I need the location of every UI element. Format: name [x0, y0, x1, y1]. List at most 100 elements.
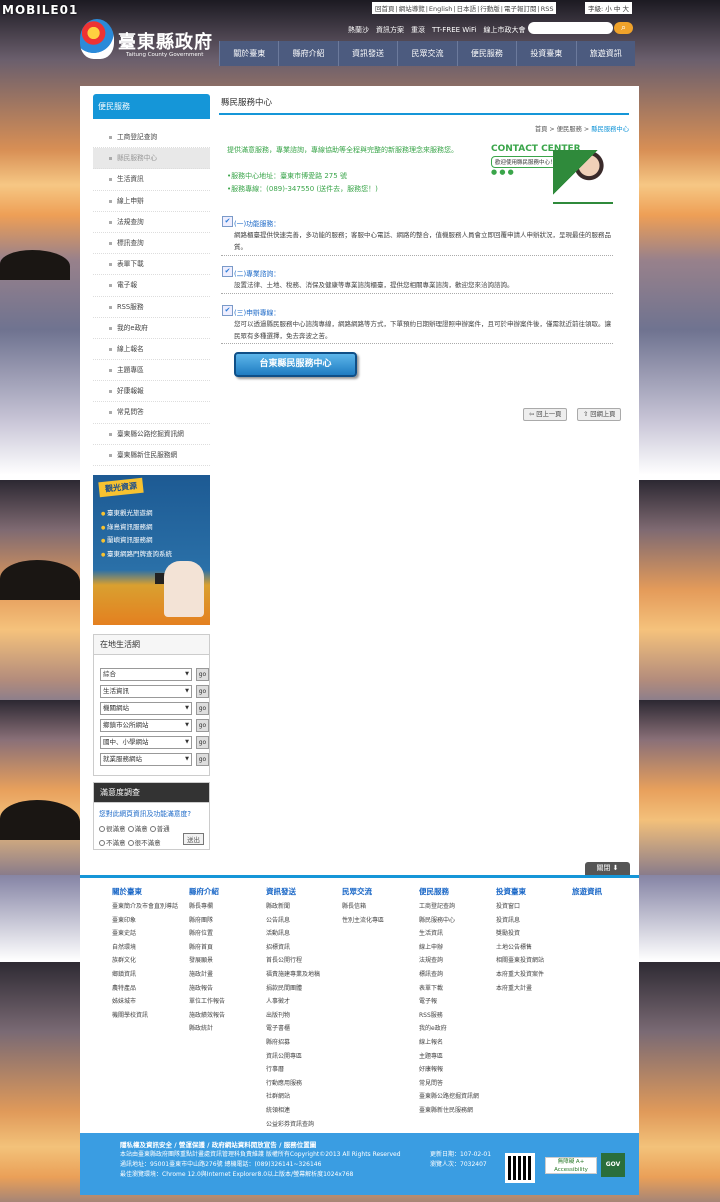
footer-col-title[interactable]: 關於臺東 — [112, 886, 184, 897]
footer-col-title[interactable]: 投資臺東 — [496, 886, 576, 897]
footer-link[interactable]: 投資訊息 — [496, 914, 576, 928]
search-input[interactable] — [528, 22, 613, 34]
footer-link[interactable]: 法規查詢 — [419, 954, 491, 968]
footer-link[interactable]: 縣府位置 — [189, 927, 261, 941]
footer-link[interactable]: 人事徵才 — [266, 995, 338, 1009]
go-button[interactable]: go — [196, 719, 209, 732]
font-size-small[interactable]: 小 — [605, 5, 612, 13]
footer-link[interactable]: 標訊查詢 — [419, 968, 491, 982]
footer-link[interactable]: 族群文化 — [112, 954, 184, 968]
footer-link[interactable]: 社群網站 — [266, 1090, 338, 1104]
sidebar-item[interactable]: 線上報名 — [93, 339, 210, 361]
footer-link[interactable]: 單位工作報告 — [189, 995, 261, 1009]
sidebar-item[interactable]: 生活資訊 — [93, 169, 210, 191]
footer-link[interactable]: 電子書櫃 — [266, 1022, 338, 1036]
footer-link[interactable]: 首長公開行程 — [266, 954, 338, 968]
font-size-medium[interactable]: 中 — [614, 5, 621, 13]
footer-link[interactable]: 公益彩券資訊查詢 — [266, 1118, 338, 1132]
nav-item[interactable]: 便民服務 — [456, 41, 516, 66]
site-logo[interactable]: 臺東縣政府 Taitung County Government — [80, 16, 220, 62]
breadcrumb-link[interactable]: 便民服務 — [557, 126, 582, 133]
footer-link[interactable]: 我的e政府 — [419, 1022, 491, 1036]
secondary-link[interactable]: 熱蘭沙 — [348, 26, 369, 34]
go-button[interactable]: go — [196, 753, 209, 766]
promo-link[interactable]: 綠島資訊服務網 — [101, 521, 172, 535]
tourism-promo-banner[interactable]: 觀光資源 臺東觀光旅遊網 綠島資訊服務網 蘭嶼資訊服務網 臺東網路門牌查詢系統 — [93, 475, 210, 625]
footer-link[interactable]: 縣政新聞 — [266, 900, 338, 914]
footer-link[interactable]: 縣政統計 — [189, 1022, 261, 1036]
footer-link[interactable]: 縣府首頁 — [189, 941, 261, 955]
secondary-link[interactable]: 重滾 — [411, 26, 425, 34]
nav-item[interactable]: 縣府介紹 — [278, 41, 337, 66]
sidebar-item[interactable]: 好康報報 — [93, 381, 210, 403]
footer-link[interactable]: 主題專區 — [419, 1050, 491, 1064]
footer-col-title[interactable]: 縣府介紹 — [189, 886, 261, 897]
sidebar-item[interactable]: 標訊查詢 — [93, 233, 210, 255]
footer-link[interactable]: 生活資訊 — [419, 927, 491, 941]
breadcrumb-link[interactable]: 首頁 — [535, 126, 548, 133]
radio-icon[interactable] — [99, 826, 105, 832]
gov-badge[interactable]: GOV — [601, 1153, 625, 1177]
footer-link[interactable]: 姊妹城市 — [112, 995, 184, 1009]
footer-link[interactable]: 臺東史話 — [112, 927, 184, 941]
footer-link[interactable]: 相關臺東投資網站 — [496, 954, 576, 968]
footer-link[interactable]: RSS服務 — [419, 1009, 491, 1023]
nav-item[interactable]: 關於臺東 — [219, 41, 278, 66]
sidebar-item[interactable]: 主題專區 — [93, 360, 210, 382]
footer-col-title[interactable]: 資訊發送 — [266, 886, 338, 897]
top-link[interactable]: 網站導覽 — [398, 5, 426, 13]
secondary-link[interactable]: TT-FREE WiFi — [432, 26, 476, 34]
sidebar-item[interactable]: 電子報 — [93, 275, 210, 297]
footer-link[interactable]: 縣長專欄 — [189, 900, 261, 914]
sidebar-item[interactable]: 我的e政府 — [93, 318, 210, 339]
footer-link[interactable]: 活動訊息 — [266, 927, 338, 941]
footer-link[interactable]: 性別主流化專區 — [342, 914, 414, 928]
nav-item[interactable]: 資訊發送 — [337, 41, 397, 66]
footer-link[interactable]: 本府重大投資案件 — [496, 968, 576, 982]
footer-link[interactable]: 土地公告標售 — [496, 941, 576, 955]
footer-col-title[interactable]: 旅遊資訊 — [572, 886, 644, 897]
radio-icon[interactable] — [149, 826, 156, 832]
local-select[interactable]: 機關網站 — [100, 702, 192, 715]
top-link[interactable]: 行動版 — [479, 5, 501, 13]
footer-link[interactable]: 獎勵投資 — [496, 927, 576, 941]
sidebar-item-active[interactable]: 縣民服務中心 — [93, 148, 210, 170]
footer-link[interactable]: 線上申辦 — [419, 941, 491, 955]
footer-link[interactable]: 縣府招募 — [266, 1036, 338, 1050]
radio-icon[interactable] — [127, 840, 134, 846]
policy-links[interactable]: 隱私權及資訊安全 / 營運保護 / 政府網站資料開放宣告 / 服務位置圖 — [120, 1140, 401, 1150]
footer-link[interactable]: 常見問答 — [419, 1077, 491, 1091]
go-button[interactable]: go — [196, 736, 209, 749]
footer-link[interactable]: 公告訊息 — [266, 914, 338, 928]
footer-link[interactable]: 本府重大計畫 — [496, 982, 576, 996]
footer-link[interactable]: 招標資訊 — [266, 941, 338, 955]
go-button[interactable]: go — [196, 702, 209, 715]
top-link[interactable]: 電子報訂閱 — [503, 5, 538, 13]
footer-link[interactable]: 統領相連 — [266, 1104, 338, 1118]
footer-link[interactable]: 捐款民間團體 — [266, 982, 338, 996]
footer-link[interactable]: 鄉鎮資訊 — [112, 968, 184, 982]
footer-link[interactable]: 縣民服務中心 — [419, 914, 491, 928]
footer-link[interactable]: 表單下載 — [419, 982, 491, 996]
top-button[interactable]: ⇧ 回網上頁 — [577, 408, 622, 421]
footer-col-title[interactable]: 便民服務 — [419, 886, 491, 897]
font-size-large[interactable]: 大 — [622, 5, 629, 13]
footer-link[interactable]: 臺東印象 — [112, 914, 184, 928]
go-button[interactable]: go — [196, 668, 209, 681]
local-select[interactable]: 生活資訊 — [100, 685, 192, 698]
sidebar-item[interactable]: 表單下載 — [93, 254, 210, 276]
footer-link[interactable]: 投資窗口 — [496, 900, 576, 914]
local-select[interactable]: 就業服務網站 — [100, 753, 192, 766]
sidebar-item[interactable]: 臺東縣新住民服務網 — [93, 445, 210, 466]
footer-link[interactable]: 行動應用服務 — [266, 1077, 338, 1091]
footer-link[interactable]: 線上報名 — [419, 1036, 491, 1050]
back-button[interactable]: ⇦ 回上一頁 — [523, 408, 568, 421]
footer-link[interactable]: 好康報報 — [419, 1063, 491, 1077]
footer-link[interactable]: 臺東簡介及市會直別導話 — [112, 900, 184, 914]
nav-item[interactable]: 民眾交流 — [397, 41, 456, 66]
sidebar-item[interactable]: 線上申辦 — [93, 191, 210, 212]
footer-link[interactable]: 施政績效報告 — [189, 1009, 261, 1023]
footer-link[interactable]: 福責施建專業及地稿 — [266, 968, 338, 982]
footer-link[interactable]: 農特產品 — [112, 982, 184, 996]
go-button[interactable]: go — [196, 685, 209, 698]
